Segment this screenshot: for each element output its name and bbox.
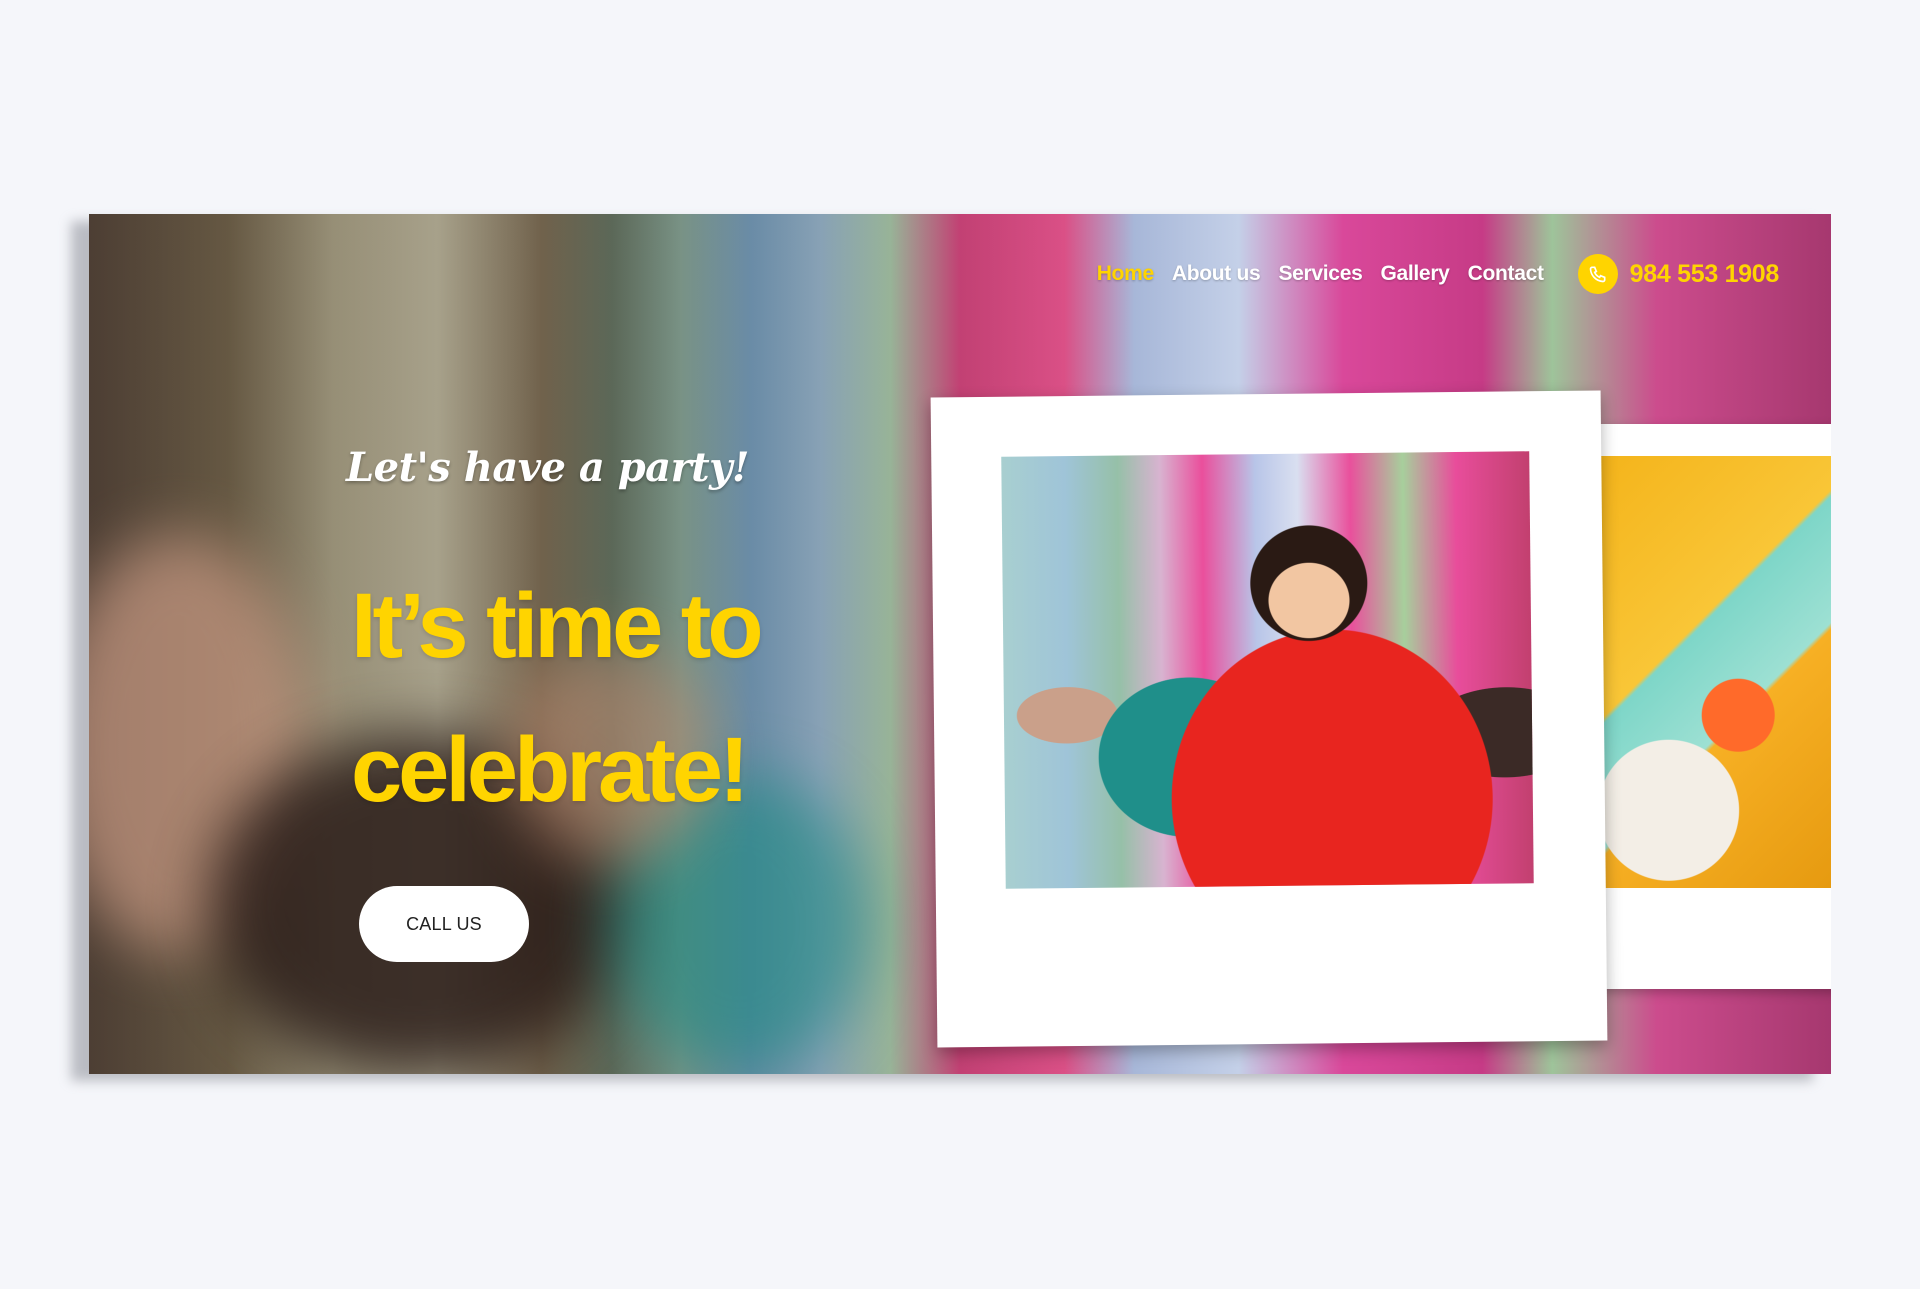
- main-nav: Home About us Services Gallery Contact 9…: [1097, 254, 1779, 294]
- phone-number: 984 553 1908: [1629, 259, 1780, 288]
- headline-line-1: It’s time to: [351, 575, 764, 677]
- nav-services[interactable]: Services: [1278, 262, 1362, 286]
- phone-contact[interactable]: 984 553 1908: [1577, 254, 1780, 294]
- nav-contact[interactable]: Contact: [1468, 262, 1544, 286]
- polaroid-secondary: [1599, 424, 1831, 989]
- hero-headline: It’s time to celebrate!: [351, 554, 911, 842]
- polaroid-main: [930, 390, 1608, 1048]
- headline-line-2: celebrate!: [351, 719, 750, 821]
- hero-tagline: Let's have a party!: [346, 444, 749, 491]
- phone-icon: [1577, 254, 1618, 294]
- party-food-photo: [1599, 456, 1831, 888]
- dancing-woman-photo: [1001, 451, 1534, 889]
- nav-about-us[interactable]: About us: [1172, 262, 1261, 286]
- call-us-button[interactable]: CALL US: [359, 886, 529, 962]
- nav-gallery[interactable]: Gallery: [1380, 262, 1449, 286]
- nav-home[interactable]: Home: [1097, 262, 1154, 286]
- hero-section: Home About us Services Gallery Contact 9…: [89, 214, 1831, 1074]
